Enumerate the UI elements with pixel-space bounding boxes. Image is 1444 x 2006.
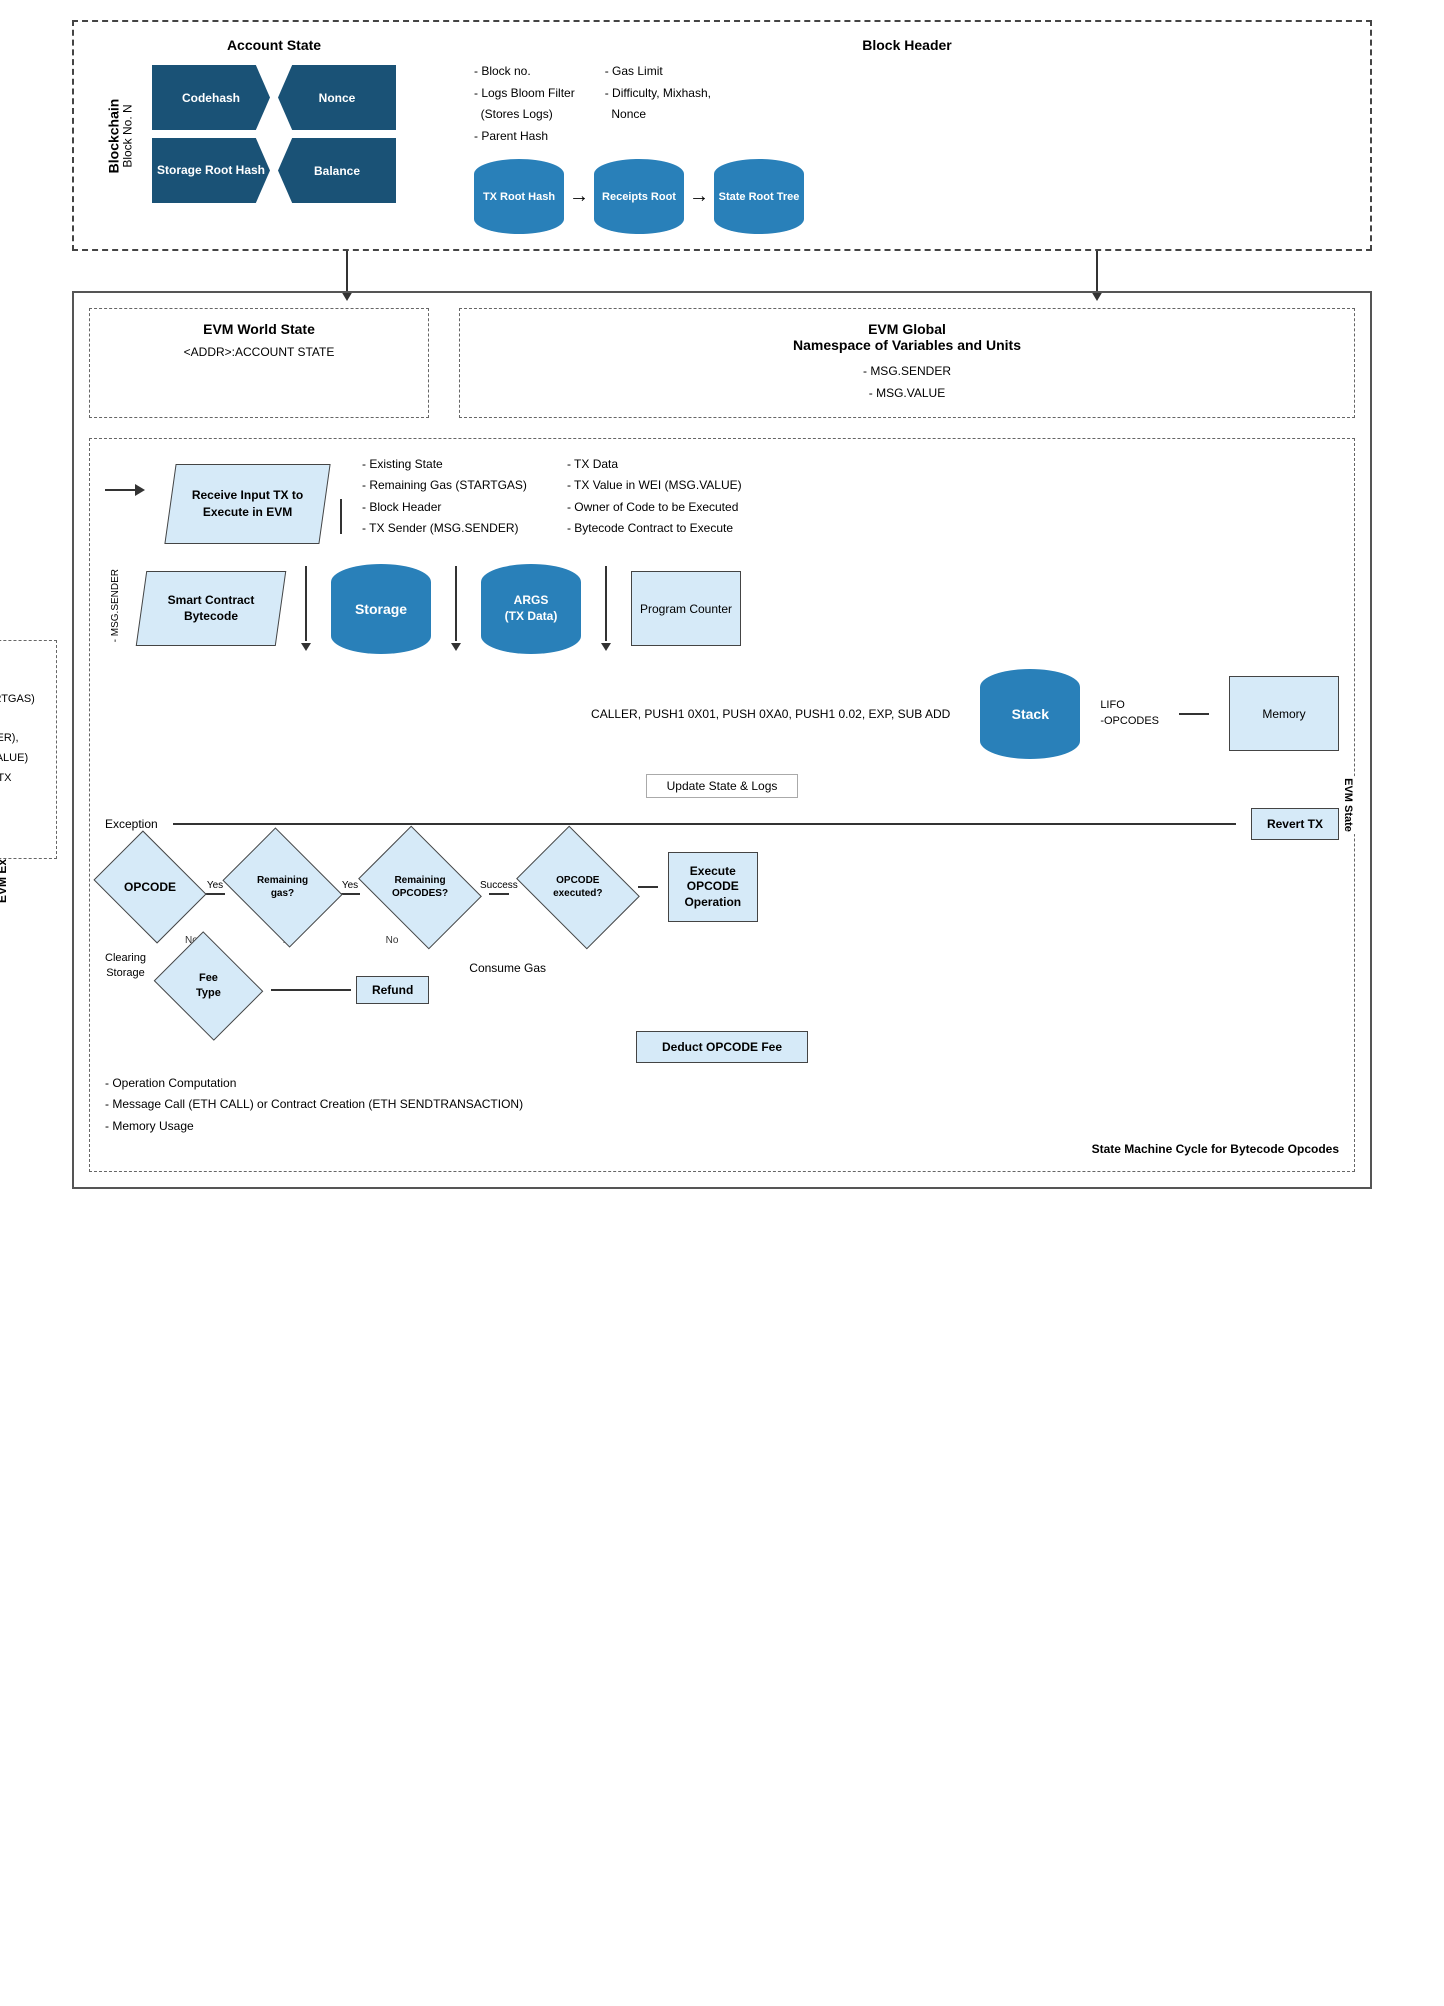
remaining-opcodes-wrapper: Remaining OPCODES? xyxy=(370,850,470,925)
fee-type-wrapper: Fee Type xyxy=(166,951,251,1021)
refund-box: Refund xyxy=(356,976,429,1004)
account-state-section: Account State Codehash Nonce Storage Roo… xyxy=(134,37,414,203)
state-machine-label: State Machine Cycle for Bytecode Opcodes xyxy=(1092,1142,1339,1156)
opcode-executed-wrapper: OPCODE executed? xyxy=(528,850,628,925)
memory-box: Memory xyxy=(1229,676,1339,751)
storage-root-hash-shape: Storage Root Hash xyxy=(152,138,270,203)
tx-root-hash-cyl: TX Root Hash xyxy=(474,159,564,234)
remaining-gas-wrapper: Remaining gas? xyxy=(235,850,330,925)
stack-cylinder: Stack xyxy=(980,669,1080,759)
evm-state-execution: EVM State EVM Execution Model (Interpret… xyxy=(89,438,1355,1173)
caller-instruction: CALLER, PUSH1 0X01, PUSH 0XA0, PUSH1 0.0… xyxy=(105,707,960,721)
evm-world-state-box: EVM World State <ADDR>:ACCOUNT STATE xyxy=(89,308,429,417)
clearing-storage-label: Clearing Storage xyxy=(105,951,146,982)
smart-contract-bytecode: Smart Contract Bytecode xyxy=(136,571,287,646)
evm-global-box: EVM Global Namespace of Variables and Un… xyxy=(459,308,1355,417)
execute-opcode-box: Execute OPCODE Operation xyxy=(668,852,758,922)
receive-input-tx: Receive Input TX to Execute in EVM xyxy=(164,464,330,544)
revert-tx-box: Revert TX xyxy=(1251,808,1339,840)
msg-sender-label: - MSG.SENDER xyxy=(110,569,121,642)
nonce-shape: Nonce xyxy=(278,65,396,130)
block-header-left-list: - Block no. - Logs Bloom Filter (Stores … xyxy=(474,61,575,147)
input-right-list: - TX Data - TX Value in WEI (MSG.VALUE) … xyxy=(567,454,742,540)
block-header-title: Block Header xyxy=(474,37,1340,53)
program-counter-box: Program Counter xyxy=(631,571,741,646)
evm-global-items: - MSG.SENDER - MSG.VALUE xyxy=(472,361,1342,404)
block-header-section: Block Header - Block no. - Logs Bloom Fi… xyxy=(474,37,1340,234)
tx-caller-title: TX CALLER xyxy=(0,651,46,665)
deduct-opcode-box: Deduct OPCODE Fee xyxy=(636,1031,808,1063)
account-state-title: Account State xyxy=(134,37,414,53)
evm-global-title: EVM Global Namespace of Variables and Un… xyxy=(472,321,1342,353)
evm-outer: EVM World State <ADDR>:ACCOUNT STATE EVM… xyxy=(72,291,1372,1189)
codehash-shape: Codehash xyxy=(152,65,270,130)
blockchain-outer: Blockchain Block No. N Account State Cod… xyxy=(72,20,1372,251)
evm-state-label: EVM State xyxy=(1340,776,1356,834)
blockchain-label: Blockchain xyxy=(105,98,121,173)
bottom-list: - Operation Computation - Message Call (… xyxy=(105,1073,1339,1138)
args-cylinder: ARGS (TX Data) xyxy=(481,564,581,654)
exception-label: Exception xyxy=(105,817,158,831)
receipts-root-cyl: Receipts Root xyxy=(594,159,684,234)
state-root-tree-cyl: State Root Tree xyxy=(714,159,804,234)
arrow-state: → xyxy=(689,185,709,208)
lifo-label: LIFO -OPCODES xyxy=(1100,698,1159,729)
update-state-label: Update State & Logs xyxy=(646,774,799,798)
tx-caller-box: TX CALLER - Nonce - Gas Limit (STARTGAS)… xyxy=(0,640,57,859)
opcode-diamond-wrapper: OPCODE xyxy=(105,852,195,922)
balance-shape: Balance xyxy=(278,138,396,203)
consume-gas-label: Consume Gas xyxy=(469,961,546,975)
evm-world-state-title: EVM World State xyxy=(102,321,416,337)
evm-world-state-subtitle: <ADDR>:ACCOUNT STATE xyxy=(102,345,416,359)
input-left-list: - Existing State - Remaining Gas (STARTG… xyxy=(362,454,527,540)
arrow-receipts: → xyxy=(569,185,589,208)
block-no-label: Block No. N xyxy=(121,104,135,167)
block-header-right-list: - Gas Limit - Difficulty, Mixhash, Nonce xyxy=(605,61,711,147)
storage-cylinder: Storage xyxy=(331,564,431,654)
